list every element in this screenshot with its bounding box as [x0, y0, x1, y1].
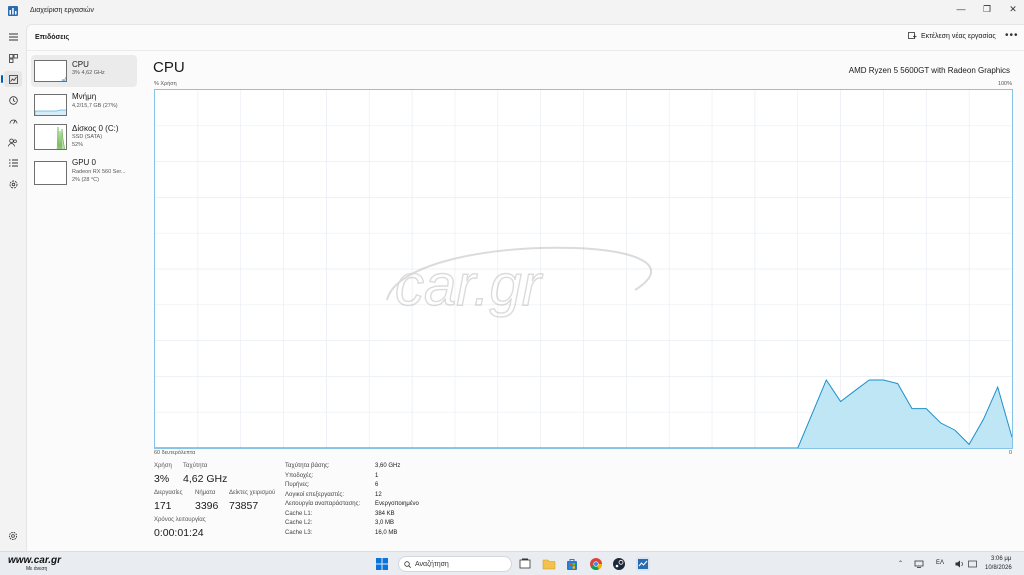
usage-value: 3% — [154, 473, 170, 485]
spec-value: 3,60 GHz — [375, 463, 401, 469]
device-stat: 3% 4,62 GHz — [72, 70, 105, 76]
page-header: Επιδόσεις Εκτέλεση νέας εργασίας ••• — [27, 25, 1024, 51]
language-indicator[interactable]: ΕΛ — [936, 560, 944, 566]
run-new-task-button[interactable]: Εκτέλεση νέας εργασίας — [908, 32, 996, 40]
speed-label: Ταχύτητα — [183, 463, 208, 469]
device-item-gpu[interactable]: GPU 0 Radeon RX 560 Ser... 2% (28 °C) — [31, 157, 137, 189]
watermark-logo: car.gr — [386, 246, 652, 319]
taskbar-search-box[interactable]: Αναζήτηση — [398, 556, 512, 572]
device-stat: 4,2/15,7 GB (27%) — [72, 103, 118, 109]
main-panel: Επιδόσεις Εκτέλεση νέας εργασίας ••• CPU… — [26, 24, 1024, 551]
run-task-label: Εκτέλεση νέας εργασίας — [921, 32, 996, 40]
cpu-title: CPU — [153, 59, 185, 76]
app-history-icon[interactable] — [4, 92, 22, 108]
windows-start-icon[interactable] — [375, 557, 389, 571]
clock-time[interactable]: 3:06 μμ — [991, 556, 1011, 562]
tray-overflow-chevron-icon[interactable]: ⌃ — [898, 560, 903, 567]
cpu-model: AMD Ryzen 5 5600GT with Radeon Graphics — [848, 66, 1010, 75]
taskbar: www.car.gr Με άνεση Αναζήτηση ⌃ ΕΛ 3:06 … — [0, 551, 1024, 575]
close-button[interactable]: ✕ — [998, 0, 1024, 18]
watermark-text: car.gr — [395, 253, 544, 318]
run-task-icon — [908, 32, 917, 39]
device-stat: 2% (28 °C) — [72, 177, 99, 183]
gpu-thumbnail — [34, 161, 67, 185]
disk-thumbnail — [34, 124, 67, 150]
cpu-thumbnail — [34, 60, 67, 82]
device-name: CPU — [72, 60, 89, 69]
spec-value: 384 KB — [375, 510, 395, 517]
uptime-label: Χρόνος λειτουργίας — [154, 517, 206, 523]
graph-x-left-label: 60 δευτερόλεπτα — [154, 450, 196, 456]
graph-x-right-label: 0 — [1009, 450, 1013, 456]
threads-value: 3396 — [195, 500, 219, 512]
page-title: Επιδόσεις — [35, 34, 70, 41]
services-icon[interactable] — [4, 176, 22, 192]
title-bar: Διαχείριση εργασιών — ❐ ✕ — [0, 0, 1024, 24]
device-model: Radeon RX 560 Ser... — [72, 169, 126, 175]
uptime-value: 0:00:01:24 — [154, 527, 204, 539]
hamburger-menu-icon[interactable] — [4, 29, 22, 45]
task-view-icon[interactable] — [518, 557, 532, 571]
spec-value: 6 — [375, 482, 379, 488]
spec-value: 16,0 MB — [375, 529, 398, 536]
spec-value: Ενεργοποιημένο — [375, 501, 419, 507]
spec-value: 12 — [375, 491, 382, 498]
usage-label: Χρήση — [154, 463, 172, 469]
task-manager-taskbar-icon[interactable] — [636, 557, 650, 571]
clock-date[interactable]: 10/8/2026 — [985, 565, 1012, 571]
processes-value: 171 — [154, 500, 172, 512]
processes-label: Διεργασίες — [154, 490, 183, 496]
search-placeholder: Αναζήτηση — [415, 561, 449, 568]
memory-thumbnail — [34, 94, 67, 116]
steam-icon[interactable] — [612, 557, 626, 571]
processes-icon[interactable] — [4, 50, 22, 66]
spec-key: Λογικοί επεξεργαστές: — [285, 491, 344, 498]
task-manager-icon — [8, 6, 18, 16]
startup-apps-icon[interactable] — [4, 113, 22, 129]
spec-key: Λειτουργία αναπαράστασης: — [285, 501, 361, 507]
device-stat: 52% — [72, 142, 84, 148]
network-ethernet-icon[interactable] — [914, 560, 924, 568]
spec-key: Cache L2: — [285, 520, 313, 526]
more-options-button[interactable]: ••• — [1005, 30, 1019, 41]
chrome-icon[interactable] — [589, 557, 603, 571]
volume-icon[interactable] — [955, 560, 964, 568]
graph-y-max-label: 100% — [997, 81, 1012, 87]
performance-icon[interactable] — [1, 71, 22, 87]
device-item-memory[interactable]: Μνήμη 4,2/15,7 GB (27%) — [31, 89, 137, 121]
file-explorer-icon[interactable] — [542, 557, 556, 571]
graph-y-label: % Χρήση — [154, 81, 177, 87]
details-icon[interactable] — [4, 155, 22, 171]
watermark-subtitle: Με άνεση — [26, 566, 48, 572]
navigation-rail — [0, 24, 26, 551]
settings-gear-icon[interactable] — [8, 531, 18, 541]
device-name: GPU 0 — [72, 158, 97, 167]
device-item-disk[interactable]: Δίσκος 0 (C:) SSD (SATA) 52% — [31, 121, 137, 157]
spec-key: Ταχύτητα βάσης: — [285, 463, 330, 469]
window-title: Διαχείριση εργασιών — [30, 7, 94, 14]
spec-value: 3,0 MB — [375, 520, 395, 526]
spec-key: Υποδοχές: — [285, 472, 314, 479]
keyboard-icon[interactable] — [968, 560, 977, 568]
device-name: Μνήμη — [72, 92, 97, 101]
device-type: SSD (SATA) — [72, 134, 103, 140]
search-icon — [404, 561, 411, 568]
microsoft-store-icon[interactable] — [565, 557, 579, 571]
threads-label: Νήματα — [195, 490, 216, 496]
handles-label: Δείκτες χειρισμού — [229, 490, 276, 496]
spec-key: Cache L3: — [285, 529, 313, 536]
handles-value: 73857 — [229, 500, 259, 512]
spec-key: Cache L1: — [285, 510, 313, 517]
users-icon[interactable] — [4, 134, 22, 150]
device-name: Δίσκος 0 (C:) — [72, 124, 119, 133]
spec-value: 1 — [375, 472, 379, 479]
spec-key: Πυρήνες: — [285, 482, 310, 488]
cpu-usage-chart: car.gr — [155, 90, 1013, 449]
device-item-cpu[interactable]: CPU 3% 4,62 GHz — [31, 55, 137, 87]
cpu-usage-graph: car.gr — [154, 89, 1013, 449]
speed-value: 4,62 GHz — [183, 473, 228, 485]
watermark-logo-text: www.car.gr — [8, 555, 61, 566]
